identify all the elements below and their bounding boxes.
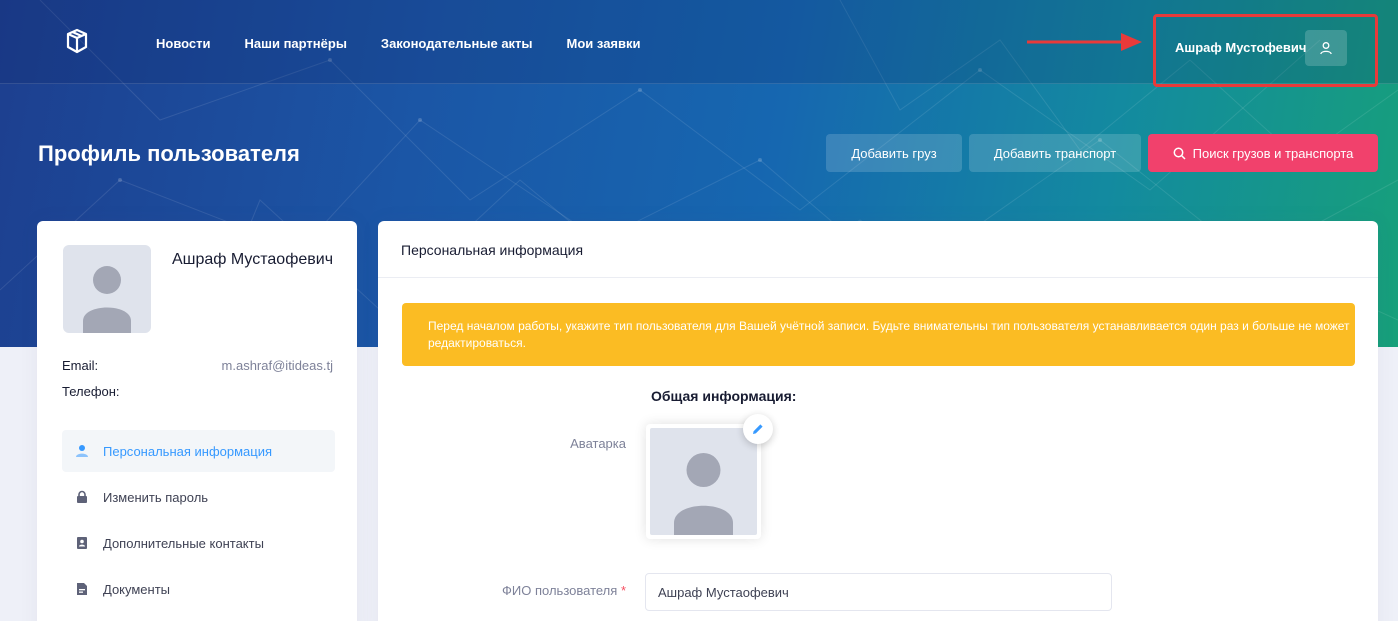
required-mark: * [620,583,626,598]
fio-input[interactable] [645,573,1112,611]
sidebar-item-label: Персональная информация [103,443,273,459]
email-value: m.ashraf@itideas.tj [221,358,333,373]
sidebar-item-personal-info[interactable]: Персональная информация [62,430,335,472]
add-cargo-button[interactable]: Добавить груз [826,134,962,172]
phone-label: Телефон: [62,384,120,399]
nav-item-my-requests[interactable]: Мои заявки [567,36,641,51]
avatar [63,245,151,333]
avatar-preview [650,428,757,535]
page-title: Профиль пользователя [38,141,300,166]
sidebar-item-documents[interactable]: Документы [62,568,335,610]
search-cargo-transport-button[interactable]: Поиск грузов и транспорта [1148,134,1378,172]
avatar-placeholder-icon [83,266,131,333]
user-icon [1320,42,1332,55]
nav-item-legislation[interactable]: Законодательные акты [381,36,533,51]
email-label: Email: [62,358,99,373]
sidebar-item-change-password[interactable]: Изменить пароль [62,476,335,518]
page: Новости Наши партнёры Законодательные ак… [0,0,1398,621]
sidebar-item-label: Изменить пароль [103,489,209,505]
personal-info-card: Персональная информация Перед началом ра… [378,221,1378,621]
fio-label-text: ФИО пользователя [502,583,618,598]
card-title: Персональная информация [401,242,584,258]
section-title: Общая информация: [651,388,797,404]
fio-label: ФИО пользователя * [502,583,626,598]
document-icon [75,582,89,596]
nav-item-news[interactable]: Новости [156,36,211,51]
search-icon [1173,147,1186,160]
search-button-label: Поиск грузов и транспорта [1192,145,1354,161]
card-header: Персональная информация [378,221,1378,278]
avatar-upload[interactable] [646,424,761,539]
nav-item-partners[interactable]: Наши партнёры [245,36,347,51]
sidebar-item-label: Документы [103,581,171,597]
warning-alert: Перед началом работы, укажите тип пользо… [402,303,1355,366]
contact-card-icon [75,536,89,550]
logo-box-icon[interactable] [64,28,90,54]
sidebar-item-additional-contacts[interactable]: Дополнительные контакты [62,522,335,564]
avatar-label: Аватарка [570,436,626,451]
lock-icon [75,490,89,504]
edit-avatar-button[interactable] [743,414,773,444]
avatar-placeholder-icon [674,453,733,535]
user-icon [75,444,89,458]
user-menu-button[interactable] [1305,30,1347,66]
main-nav: Новости Наши партнёры Законодательные ак… [156,36,675,51]
profile-name: Ашраф Мустаофевич [172,251,334,268]
user-menu-name[interactable]: Ашраф Мустофевич [1175,40,1306,55]
top-navbar: Новости Наши партнёры Законодательные ак… [0,0,1398,87]
pencil-icon [753,424,763,434]
sidebar-item-label: Дополнительные контакты [103,535,264,551]
add-transport-button[interactable]: Добавить транспорт [969,134,1141,172]
annotation-arrow [1027,33,1142,51]
profile-card: Ашраф Мустаофевич Email: m.ashraf@itidea… [37,221,357,621]
